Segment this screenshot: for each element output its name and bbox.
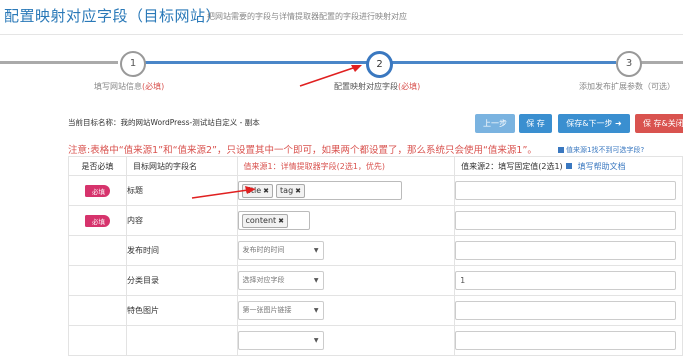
doc-icon bbox=[558, 147, 564, 153]
field-mapping-table: 是否必填 目标网站的字段名 值来源1：详情提取器字段(2选1，优先) 值来源2：… bbox=[68, 156, 683, 356]
must-cell: 必填 bbox=[68, 175, 127, 206]
col-source2: 值来源2：填写固定值(2选1) 填写帮助文档 bbox=[454, 156, 683, 176]
tag-chip[interactable]: tag ✖ bbox=[276, 184, 306, 198]
remove-tag-icon[interactable]: ✖ bbox=[278, 217, 284, 225]
fixed-value-input[interactable] bbox=[455, 241, 677, 260]
prev-step-button[interactable]: 上一步 bbox=[475, 114, 515, 133]
caret-down-icon: ▼ bbox=[313, 337, 319, 344]
table-row: 必填 内容 content ✖ bbox=[68, 205, 683, 236]
tag-text: tag bbox=[280, 186, 294, 195]
source2-cell: 1 bbox=[454, 265, 683, 296]
fixed-value-input[interactable] bbox=[455, 181, 677, 200]
step-1-circle[interactable]: 1 bbox=[120, 51, 146, 77]
save-close-button[interactable]: 保 存&关闭 bbox=[635, 114, 683, 133]
step-line bbox=[640, 61, 683, 64]
source1-cell: 选择对应字段 ▼ bbox=[236, 265, 456, 296]
col-must: 是否必填 bbox=[68, 156, 127, 176]
annotation-arrow-icon bbox=[299, 65, 362, 87]
site-info: 当前目标名称：我的网站WordPress-测试站自定义 - 副本 bbox=[68, 118, 260, 127]
must-cell: 必填 bbox=[68, 205, 127, 236]
table-row: 分类目录 选择对应字段 ▼ 1 bbox=[68, 265, 683, 296]
source2-cell bbox=[454, 205, 683, 236]
source2-cell bbox=[454, 325, 683, 356]
select-value: 选择对应字段 bbox=[242, 276, 285, 284]
step-1-label: 填写网站信息(必填) bbox=[94, 81, 164, 92]
step-3-circle[interactable]: 3 bbox=[616, 51, 642, 77]
source2-cell bbox=[454, 235, 683, 266]
page-header: 配置映射对应字段（目标网站） 把网站需要的字段与详情提取器配置的字段进行映射对应 bbox=[0, 0, 683, 36]
table-header-row: 是否必填 目标网站的字段名 值来源1：详情提取器字段(2选1，优先) 值来源2：… bbox=[68, 156, 683, 176]
source1-cell: 发布时的时间 ▼ bbox=[236, 235, 456, 266]
select-value: 第一张图片链接 bbox=[242, 306, 292, 314]
field-name bbox=[126, 325, 238, 356]
must-cell bbox=[68, 235, 127, 266]
source1-cell: ▼ bbox=[236, 325, 456, 356]
fixed-value-input[interactable] bbox=[455, 301, 677, 320]
page-subtitle: 把网站需要的字段与详情提取器配置的字段进行映射对应 bbox=[207, 12, 407, 21]
doc-icon bbox=[565, 163, 572, 169]
header-divider bbox=[0, 34, 683, 35]
remove-tag-icon[interactable]: ✖ bbox=[295, 187, 301, 195]
source2-cell bbox=[454, 175, 683, 206]
field-name: 发布时间 bbox=[126, 235, 238, 266]
step-line bbox=[392, 61, 616, 64]
must-cell bbox=[68, 265, 127, 296]
col-source1: 值来源1：详情提取器字段(2选1，优先) bbox=[236, 156, 456, 176]
step-1-required: (必填) bbox=[142, 82, 165, 91]
table-row: 发布时间 发布时的时间 ▼ bbox=[68, 235, 683, 266]
step-2-required: (必填) bbox=[398, 82, 421, 91]
must-cell bbox=[68, 295, 127, 326]
required-badge: 必填 bbox=[85, 214, 110, 227]
save-button[interactable]: 保 存 bbox=[519, 114, 552, 133]
source-select[interactable]: 发布时的时间 ▼ bbox=[237, 241, 324, 260]
select-value: 发布时的时间 bbox=[242, 246, 285, 254]
fixed-value-input[interactable] bbox=[455, 211, 677, 230]
save-next-button[interactable]: 保存&下一步 ➜ bbox=[558, 114, 630, 133]
table-row: 必填 标题 title ✖ tag ✖ bbox=[68, 175, 683, 206]
tag-input[interactable]: title ✖ tag ✖ bbox=[237, 181, 402, 200]
tag-input[interactable]: content ✖ bbox=[237, 211, 310, 230]
table-row: ▼ bbox=[68, 325, 683, 356]
help-link-text[interactable]: 值来源1找不到可选字段? bbox=[566, 146, 644, 154]
step-line bbox=[0, 61, 118, 64]
step-3-label: 添加发布扩展参数（可选） bbox=[579, 82, 675, 91]
fixed-value-input[interactable]: 1 bbox=[455, 271, 677, 290]
must-cell bbox=[68, 325, 127, 356]
field-name: 内容 bbox=[126, 205, 238, 236]
note-text: 注意:表格中“值来源1”和“值来源2”，只设置其中一个即可，如果两个都设置了，那… bbox=[68, 145, 537, 156]
source1-cell: title ✖ tag ✖ bbox=[236, 175, 456, 206]
step-1-text: 填写网站信息 bbox=[94, 82, 142, 91]
tag-chip[interactable]: content ✖ bbox=[241, 214, 289, 228]
source1-cell: content ✖ bbox=[236, 205, 456, 236]
caret-down-icon: ▼ bbox=[313, 307, 319, 314]
help-link[interactable]: 值来源1找不到可选字段? bbox=[558, 145, 644, 155]
help-doc-link[interactable]: 填写帮助文档 bbox=[578, 162, 626, 171]
table-row: 特色图片 第一张图片链接 ▼ bbox=[68, 295, 683, 326]
source1-cell: 第一张图片链接 ▼ bbox=[236, 295, 456, 326]
annotation-arrow-icon bbox=[191, 186, 256, 199]
field-name: 分类目录 bbox=[126, 265, 238, 296]
caret-down-icon: ▼ bbox=[313, 247, 319, 254]
required-badge: 必填 bbox=[85, 184, 110, 197]
source-select[interactable]: 第一张图片链接 ▼ bbox=[237, 301, 324, 320]
fixed-value-input[interactable] bbox=[455, 331, 677, 350]
field-name: 特色图片 bbox=[126, 295, 238, 326]
source-select[interactable]: ▼ bbox=[237, 331, 324, 350]
tag-text: content bbox=[245, 216, 277, 225]
col-source2-text: 值来源2：填写固定值(2选1) bbox=[461, 161, 563, 171]
page-title: 配置映射对应字段（目标网站） bbox=[4, 7, 222, 25]
step-2-circle[interactable]: 2 bbox=[366, 51, 393, 78]
source2-cell bbox=[454, 295, 683, 326]
source-select[interactable]: 选择对应字段 ▼ bbox=[237, 271, 324, 290]
caret-down-icon: ▼ bbox=[313, 277, 319, 284]
col-field: 目标网站的字段名 bbox=[126, 156, 238, 176]
remove-tag-icon[interactable]: ✖ bbox=[263, 187, 269, 195]
